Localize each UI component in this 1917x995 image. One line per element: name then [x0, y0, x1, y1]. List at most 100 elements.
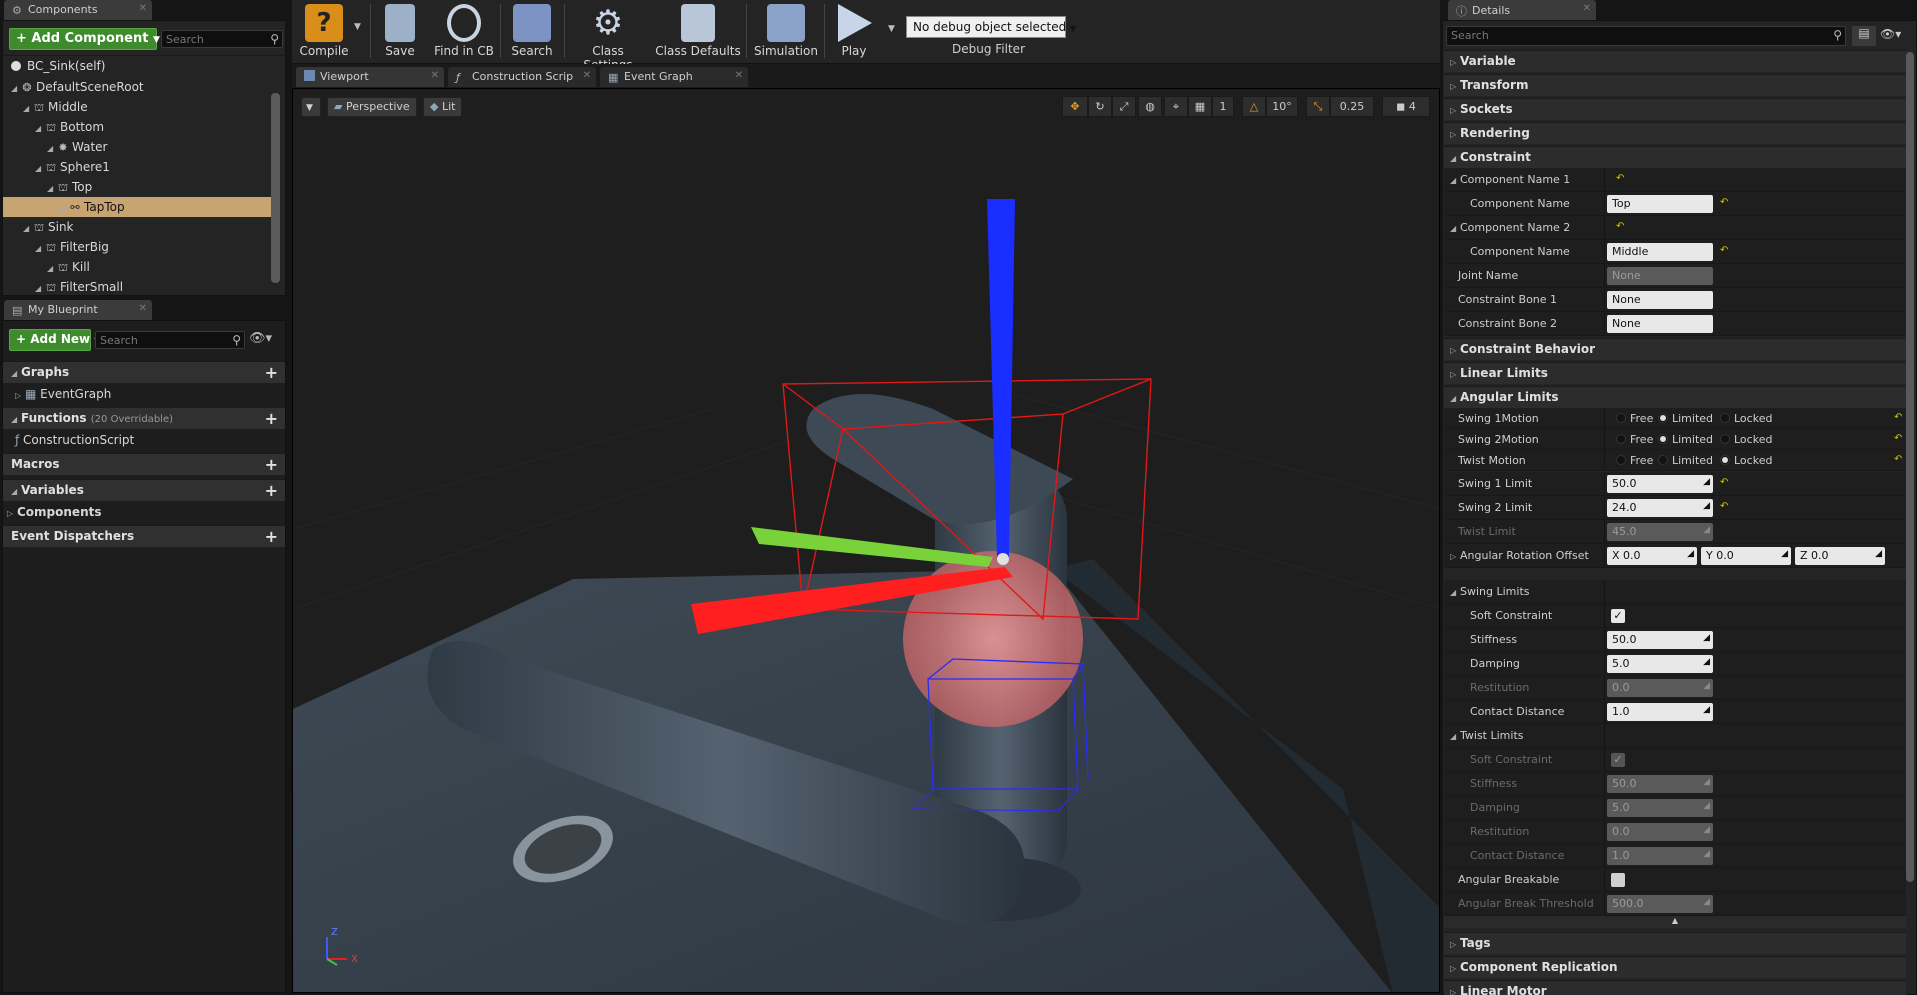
- close-icon[interactable]: ✕: [139, 3, 147, 14]
- tab-viewport[interactable]: Viewport ✕: [296, 67, 444, 87]
- reset-icon[interactable]: ↶: [1616, 221, 1624, 232]
- expand-icon[interactable]: ◢: [35, 159, 45, 179]
- radio-limited[interactable]: [1658, 413, 1668, 423]
- tree-item[interactable]: ◢ ⚯ TapTop: [3, 197, 275, 217]
- radio-locked[interactable]: [1720, 455, 1730, 465]
- add-graph-icon[interactable]: +: [265, 363, 278, 382]
- debug-object-dropdown[interactable]: No debug object selected ▼: [906, 16, 1076, 38]
- category-constraint[interactable]: ◢ Constraint: [1444, 146, 1906, 168]
- tree-item[interactable]: ◢ ⛫ Sink: [3, 217, 275, 237]
- twist-restitution-field[interactable]: 0.0 ◢: [1607, 823, 1713, 841]
- add-variable-icon[interactable]: +: [265, 481, 278, 500]
- tree-item[interactable]: ◢ ⛫ FilterBig: [3, 237, 275, 257]
- twist-damping-field[interactable]: 5.0 ◢: [1607, 799, 1713, 817]
- expand-icon[interactable]: ◢: [47, 179, 57, 199]
- tab-components[interactable]: ⚙ Components ✕: [4, 0, 152, 20]
- component-name-1-field[interactable]: Top: [1607, 195, 1713, 213]
- simulation-button[interactable]: Simulation: [752, 0, 820, 62]
- radio-free[interactable]: [1616, 413, 1626, 423]
- close-icon[interactable]: ✕: [1583, 3, 1591, 14]
- close-icon[interactable]: ✕: [735, 70, 743, 81]
- swing1-limit-field[interactable]: 50.0 ◢: [1607, 475, 1713, 493]
- view-options-icon[interactable]: 👁▾: [249, 331, 272, 346]
- category-transform[interactable]: ▷ Transform: [1444, 74, 1906, 96]
- expand-icon[interactable]: ◢: [23, 219, 33, 239]
- tree-item[interactable]: ◢ ⛫ Kill: [3, 257, 275, 277]
- expand-icon[interactable]: ◢: [35, 279, 45, 297]
- blueprint-search-input[interactable]: Search ⚲: [95, 331, 245, 349]
- tree-scrollbar[interactable]: [271, 93, 280, 283]
- self-component-row[interactable]: BC_Sink(self): [3, 55, 285, 75]
- rotation-snap-value[interactable]: 10°: [1266, 96, 1298, 117]
- offset-z-field[interactable]: Z 0.0 ◢: [1795, 547, 1885, 565]
- radio-limited[interactable]: [1658, 455, 1668, 465]
- swing-restitution-field[interactable]: 0.0 ◢: [1607, 679, 1713, 697]
- add-macro-icon[interactable]: +: [265, 455, 278, 474]
- twist-limit-field[interactable]: 45.0 ◢: [1607, 523, 1713, 541]
- tree-item[interactable]: ◢ ✸ Water: [3, 137, 275, 157]
- compile-button[interactable]: ? Compile: [296, 0, 352, 62]
- tree-item[interactable]: ◢ ⛫ Sphere1: [3, 157, 275, 177]
- expand-icon[interactable]: ◢: [11, 79, 21, 99]
- components-variables-item[interactable]: ▷ Components: [3, 502, 285, 524]
- expand-icon[interactable]: ◢: [59, 199, 69, 219]
- close-icon[interactable]: ✕: [583, 70, 591, 81]
- add-component-button[interactable]: + Add Component ▼: [9, 28, 160, 50]
- scale-snap-icon[interactable]: ⤡: [1306, 96, 1330, 117]
- category-linear-motor[interactable]: ▷ Linear Motor: [1444, 980, 1906, 995]
- reset-icon[interactable]: ↶: [1720, 197, 1728, 208]
- category-component-replication[interactable]: ▷ Component Replication: [1444, 956, 1906, 978]
- add-new-button[interactable]: + Add New ▼: [9, 329, 101, 351]
- viewport-3d[interactable]: Z X ▼ ▰ Perspective ◆ Lit: [292, 88, 1440, 993]
- twist-contact-distance-field[interactable]: 1.0 ◢: [1607, 847, 1713, 865]
- reset-icon[interactable]: ↶: [1894, 433, 1902, 444]
- radio-locked[interactable]: [1720, 434, 1730, 444]
- view-options-icon[interactable]: 👁▾: [1880, 27, 1901, 41]
- viewport-options-button[interactable]: ▼: [301, 97, 321, 117]
- radio-limited[interactable]: [1658, 434, 1668, 444]
- tab-event-graph[interactable]: ▦ Event Graph ✕: [600, 67, 748, 87]
- scale-snap-value[interactable]: 0.25: [1330, 96, 1374, 117]
- joint-name-field[interactable]: None: [1607, 267, 1713, 285]
- play-options-icon[interactable]: ▼: [888, 24, 895, 34]
- find-in-cb-button[interactable]: Find in CB: [432, 0, 496, 62]
- reset-icon[interactable]: ↶: [1720, 245, 1728, 256]
- radio-free[interactable]: [1616, 455, 1626, 465]
- variables-section[interactable]: ◢ Variables +: [3, 479, 285, 501]
- swing-stiffness-field[interactable]: 50.0 ◢: [1607, 631, 1713, 649]
- reset-icon[interactable]: ↶: [1894, 412, 1902, 423]
- search-button[interactable]: Search: [504, 0, 560, 62]
- expand-icon[interactable]: ◢: [47, 139, 57, 159]
- prop-swing-limits[interactable]: ◢ Swing Limits: [1444, 580, 1906, 604]
- expand-icon[interactable]: ◢: [35, 119, 45, 139]
- scale-tool-icon[interactable]: ⤢: [1112, 96, 1136, 117]
- world-local-icon[interactable]: ◍: [1138, 96, 1162, 117]
- category-tags[interactable]: ▷ Tags: [1444, 932, 1906, 954]
- component-name-2-field[interactable]: Middle: [1607, 243, 1713, 261]
- category-linear-limits[interactable]: ▷ Linear Limits: [1444, 362, 1906, 384]
- grid-snap-icon[interactable]: ▦: [1188, 96, 1212, 117]
- category-angular-limits[interactable]: ◢ Angular Limits: [1444, 386, 1906, 408]
- perspective-button[interactable]: ▰ Perspective: [327, 97, 417, 117]
- details-search-input[interactable]: Search ⚲: [1446, 26, 1846, 46]
- twist-stiffness-field[interactable]: 50.0 ◢: [1607, 775, 1713, 793]
- prop-twist-limits[interactable]: ◢ Twist Limits: [1444, 724, 1906, 748]
- offset-y-field[interactable]: Y 0.0 ◢: [1701, 547, 1791, 565]
- category-constraint-behavior[interactable]: ▷ Constraint Behavior: [1444, 338, 1906, 360]
- constraint-bone-2-field[interactable]: None: [1607, 315, 1713, 333]
- event-dispatchers-section[interactable]: Event Dispatchers +: [3, 525, 285, 547]
- category-sockets[interactable]: ▷ Sockets: [1444, 98, 1906, 120]
- lit-button[interactable]: ◆ Lit: [423, 97, 463, 117]
- constraint-bone-1-field[interactable]: None: [1607, 291, 1713, 309]
- angular-breakable-checkbox[interactable]: [1611, 873, 1625, 887]
- tab-my-blueprint[interactable]: ▤ My Blueprint ✕: [4, 300, 152, 320]
- property-matrix-icon[interactable]: ▤: [1852, 26, 1876, 46]
- reset-icon[interactable]: ↶: [1616, 173, 1624, 184]
- swing2-limit-field[interactable]: 24.0 ◢: [1607, 499, 1713, 517]
- collapse-advanced-icon[interactable]: ▲: [1444, 916, 1906, 928]
- macros-section[interactable]: Macros +: [3, 453, 285, 475]
- tree-item[interactable]: ◢ ❂ DefaultSceneRoot: [3, 77, 275, 97]
- tab-construction-script[interactable]: ƒ Construction Scrip ✕: [448, 67, 596, 87]
- components-search-input[interactable]: Search ⚲: [161, 30, 283, 48]
- reset-icon[interactable]: ↶: [1720, 501, 1728, 512]
